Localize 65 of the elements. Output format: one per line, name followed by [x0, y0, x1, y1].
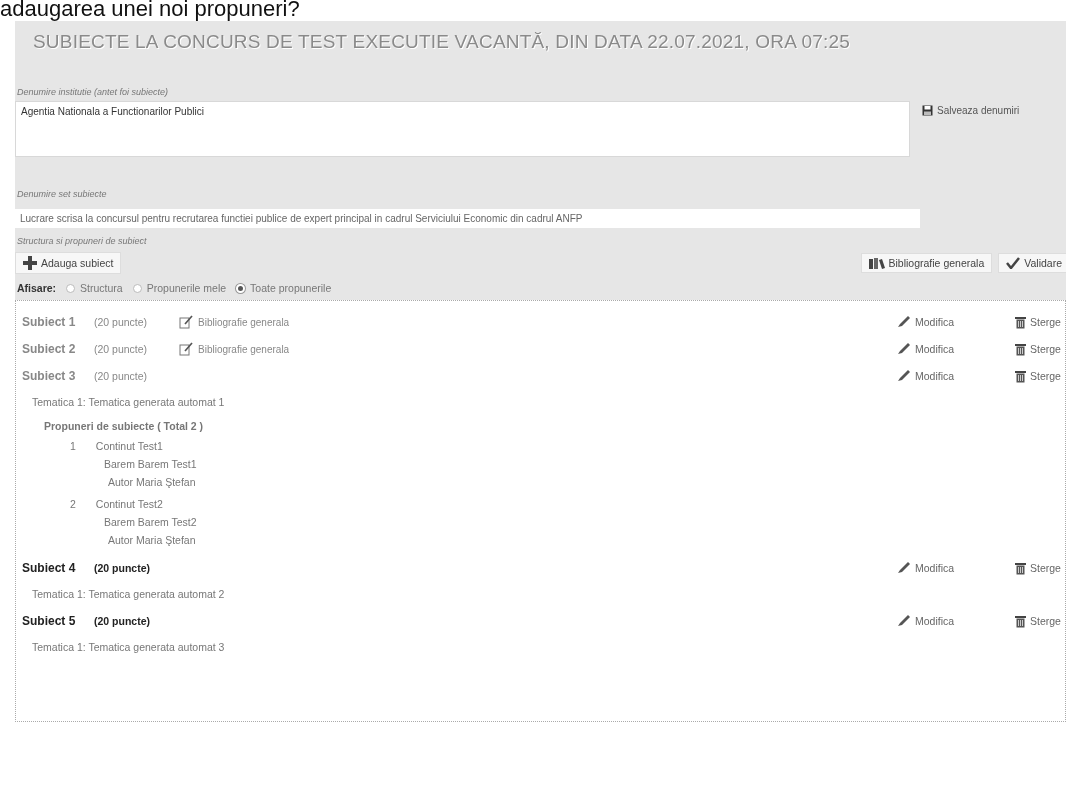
- subject-set-field[interactable]: Lucrare scrisa la concursul pentru recrutarea functiei publice de expert principal in cadrul Serviciului Economic din cadrul ANFP: [15, 209, 920, 228]
- edit-link[interactable]: Modifica: [897, 343, 1015, 355]
- proposal-author: Autor Maria Ştefan: [107, 533, 197, 546]
- bibliography-link[interactable]: Bibliografie generala: [179, 342, 290, 356]
- institution-field[interactable]: Agentia Nationala a Functionarilor Publici: [15, 101, 910, 157]
- plus-icon: [23, 256, 37, 270]
- subject-points: (20 puncte): [94, 562, 151, 574]
- bibliography-button[interactable]: Bibliografie generala: [860, 253, 993, 273]
- topic-text: Tematica 1: Tematica generata automat 2: [31, 587, 226, 602]
- subject-title: Subiect 1: [22, 315, 77, 329]
- subject-points: (20 puncte): [94, 343, 149, 355]
- delete-link[interactable]: Sterge: [1015, 369, 1065, 383]
- pencil-icon: [897, 343, 911, 355]
- subject-title: Subiect 4: [22, 561, 77, 575]
- trash-icon: [1015, 614, 1026, 628]
- radio-option[interactable]: Toate propunerile: [236, 282, 332, 294]
- proposal-barem: Barem Barem Test2: [103, 515, 198, 528]
- radio-option[interactable]: Structura: [66, 282, 123, 294]
- proposal-content: Continut Test1: [95, 440, 163, 452]
- page-title: SUBIECTE LA CONCURS DE TEST EXECUTIE VACANTĂ, DIN DATA 22.07.2021, ORA 07:25: [32, 31, 851, 53]
- subject-title: Subiect 5: [22, 614, 77, 628]
- validate-button[interactable]: Validare: [998, 253, 1066, 273]
- delete-link[interactable]: Sterge: [1015, 342, 1065, 356]
- edit-link[interactable]: Modifica: [897, 562, 1015, 574]
- section-label: Structura si propuneri de subiect: [16, 236, 148, 246]
- trash-icon: [1015, 369, 1026, 383]
- trash-icon: [1015, 342, 1026, 356]
- subject-title: Subiect 2: [22, 342, 77, 356]
- trash-icon: [1015, 561, 1026, 575]
- proposal-number: 2: [70, 498, 76, 510]
- edit-note-icon: [179, 315, 193, 329]
- subject-points: (20 puncte): [94, 316, 149, 328]
- save-button[interactable]: Salveaza denumiri: [910, 101, 1020, 116]
- delete-link[interactable]: Sterge: [1015, 614, 1065, 628]
- books-icon: [868, 257, 885, 269]
- check-icon: [1006, 257, 1021, 269]
- edit-link[interactable]: Modifica: [897, 615, 1015, 627]
- topic-text: Tematica 1: Tematica generata automat 1: [31, 395, 226, 410]
- proposal-number: 1: [70, 440, 76, 452]
- trash-icon: [1015, 315, 1026, 329]
- delete-link[interactable]: Sterge: [1015, 561, 1065, 575]
- pencil-icon: [897, 316, 911, 328]
- edit-note-icon: [179, 342, 193, 356]
- add-subject-button[interactable]: Adauga subiect: [15, 252, 122, 274]
- proposals-heading: Propuneri de subiecte ( Total 2 ): [43, 419, 205, 434]
- display-label: Afisare:: [17, 282, 57, 294]
- pencil-icon: [897, 562, 911, 574]
- bibliography-link[interactable]: Bibliografie generala: [179, 315, 290, 329]
- radio-option[interactable]: Propunerile mele: [132, 282, 227, 294]
- edit-link[interactable]: Modifica: [897, 370, 1015, 382]
- subject-title: Subiect 3: [22, 369, 77, 383]
- proposal-barem: Barem Barem Test1: [103, 457, 198, 470]
- save-icon: [922, 105, 933, 116]
- delete-link[interactable]: Sterge: [1015, 315, 1065, 329]
- topic-text: Tematica 1: Tematica generata automat 3: [31, 640, 226, 655]
- pencil-icon: [897, 615, 911, 627]
- proposal-author: Autor Maria Ştefan: [107, 475, 197, 488]
- page-heading: adaugarea unei noi propuneri?: [0, 0, 301, 21]
- proposal-content: Continut Test2: [95, 498, 163, 510]
- subject-points: (20 puncte): [94, 370, 149, 382]
- field-label: Denumire institutie (antet foi subiecte): [16, 87, 170, 97]
- field-label: Denumire set subiecte: [16, 189, 108, 199]
- subject-points: (20 puncte): [94, 615, 151, 627]
- pencil-icon: [897, 370, 911, 382]
- edit-link[interactable]: Modifica: [897, 316, 1015, 328]
